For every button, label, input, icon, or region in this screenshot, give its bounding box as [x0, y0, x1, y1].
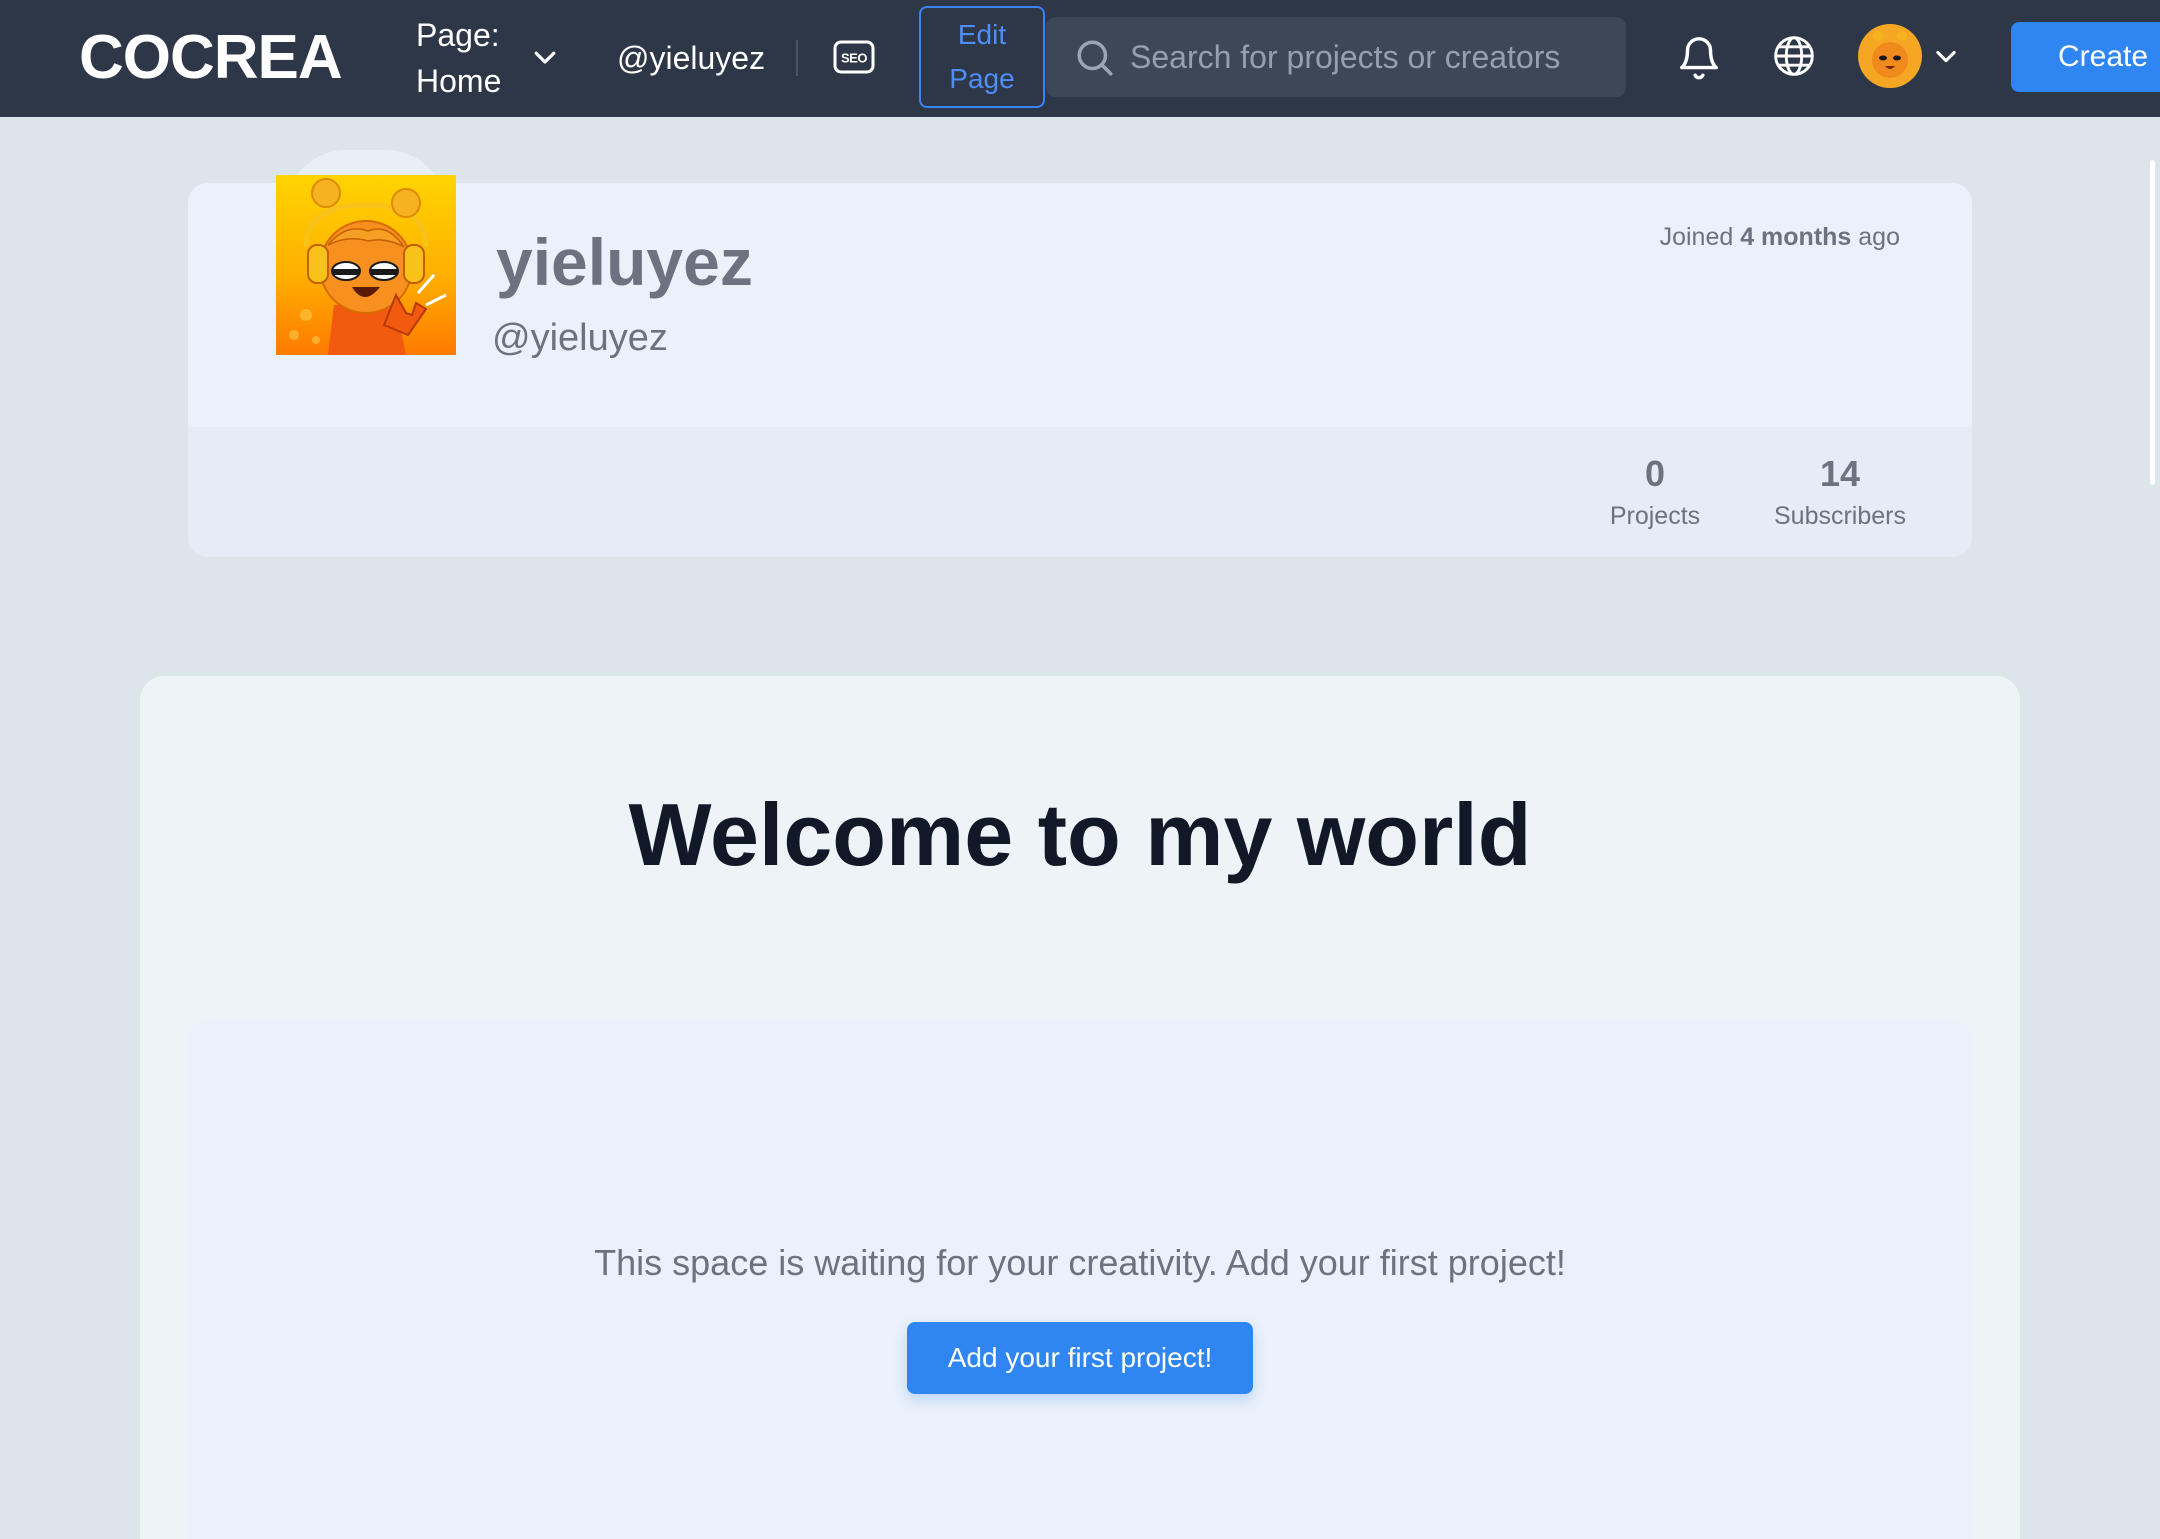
- seo-icon[interactable]: SEO: [833, 40, 875, 74]
- create-button[interactable]: Create: [2011, 22, 2160, 92]
- stat-projects[interactable]: 0 Projects: [1590, 452, 1720, 536]
- avatar-image: [1858, 24, 1922, 88]
- edit-page-label-line1: Edit: [957, 19, 1007, 50]
- profile-avatar-image: [276, 175, 456, 355]
- joined-date: Joined 4 months ago: [1560, 220, 1900, 254]
- joined-value: 4 months: [1740, 223, 1852, 251]
- search-input[interactable]: [1130, 17, 1610, 97]
- notification-bell-icon[interactable]: [1676, 33, 1722, 83]
- page-scrollbar[interactable]: [2150, 160, 2155, 485]
- empty-state-message: This space is waiting for your creativit…: [594, 1242, 1566, 1283]
- edit-page-label-line2: Page: [949, 63, 1015, 94]
- svg-text:SEO: SEO: [841, 51, 867, 66]
- stat-projects-count: 0: [1644, 453, 1666, 494]
- chevron-down-icon[interactable]: [1932, 42, 1960, 70]
- edit-page-button[interactable]: Edit Page: [919, 6, 1045, 108]
- stat-subscribers-label: Subscribers: [1774, 502, 1906, 530]
- search-icon: [1077, 40, 1113, 76]
- user-handle-link[interactable]: @yieluyez: [617, 38, 765, 78]
- page-selector-dropdown[interactable]: Page: Home: [416, 12, 566, 104]
- joined-suffix: ago: [1858, 223, 1900, 251]
- chevron-down-icon: [534, 51, 556, 64]
- stat-subscribers-count: 14: [1819, 453, 1861, 494]
- top-navbar: COCREA Page: Home @yieluyez SEO Edit Pag…: [0, 0, 2160, 117]
- stat-projects-label: Projects: [1609, 502, 1701, 530]
- cocrea-logo[interactable]: COCREA: [79, 22, 343, 94]
- search-bar[interactable]: [1046, 17, 1626, 97]
- nav-divider: [796, 40, 798, 76]
- profile-avatar[interactable]: [276, 175, 456, 355]
- language-globe-icon[interactable]: [1772, 34, 1816, 78]
- stat-subscribers[interactable]: 14 Subscribers: [1760, 452, 1920, 536]
- profile-handle: @yieluyez: [492, 317, 668, 359]
- add-first-project-button[interactable]: Add your first project!: [907, 1322, 1253, 1394]
- user-avatar[interactable]: [1858, 24, 1922, 88]
- joined-prefix: Joined: [1659, 223, 1734, 251]
- profile-display-name: yieluyez: [496, 225, 753, 299]
- page-heading: Welcome to my world: [628, 785, 1532, 884]
